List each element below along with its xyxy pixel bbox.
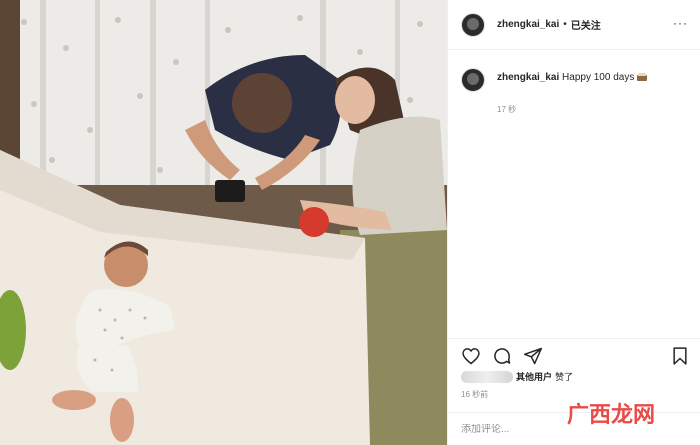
post-header: zhengkai_kai • 已关注 ···	[448, 0, 700, 50]
avatar[interactable]	[461, 12, 485, 37]
watermark-logo: 广西龙网	[567, 397, 655, 429]
caption-time: 17 秒	[497, 105, 517, 114]
caption-body: zhengkai_kai Happy 100 days	[497, 68, 648, 84]
caption-avatar[interactable]	[461, 68, 485, 92]
post-photo[interactable]	[0, 0, 447, 445]
following-button[interactable]: 已关注	[571, 17, 601, 32]
heart-icon[interactable]	[461, 346, 481, 366]
cake-icon	[637, 72, 648, 81]
liker-avatars	[461, 370, 513, 383]
post-side-panel: zhengkai_kai • 已关注 ··· zhengkai_kai Happ…	[447, 0, 700, 445]
watermark-text: 广西龙网	[567, 402, 656, 428]
action-bar	[448, 338, 700, 372]
likes-users[interactable]: 其他用户	[516, 370, 552, 383]
header-username[interactable]: zhengkai_kai	[497, 19, 559, 30]
likes-summary[interactable]: 其他用户 赞了	[461, 370, 573, 383]
header-separator: •	[563, 19, 567, 30]
more-options-icon[interactable]: ···	[673, 17, 688, 29]
photo-illustration	[0, 0, 447, 445]
comment-icon[interactable]	[492, 346, 512, 366]
likes-suffix: 赞了	[555, 372, 574, 382]
caption: zhengkai_kai Happy 100 days	[448, 50, 700, 92]
share-icon[interactable]	[523, 346, 543, 366]
bookmark-icon[interactable]	[670, 346, 690, 366]
post-time: 16 秒前	[461, 390, 489, 399]
caption-text: Happy 100 days	[562, 72, 635, 83]
caption-username[interactable]: zhengkai_kai	[497, 72, 559, 83]
